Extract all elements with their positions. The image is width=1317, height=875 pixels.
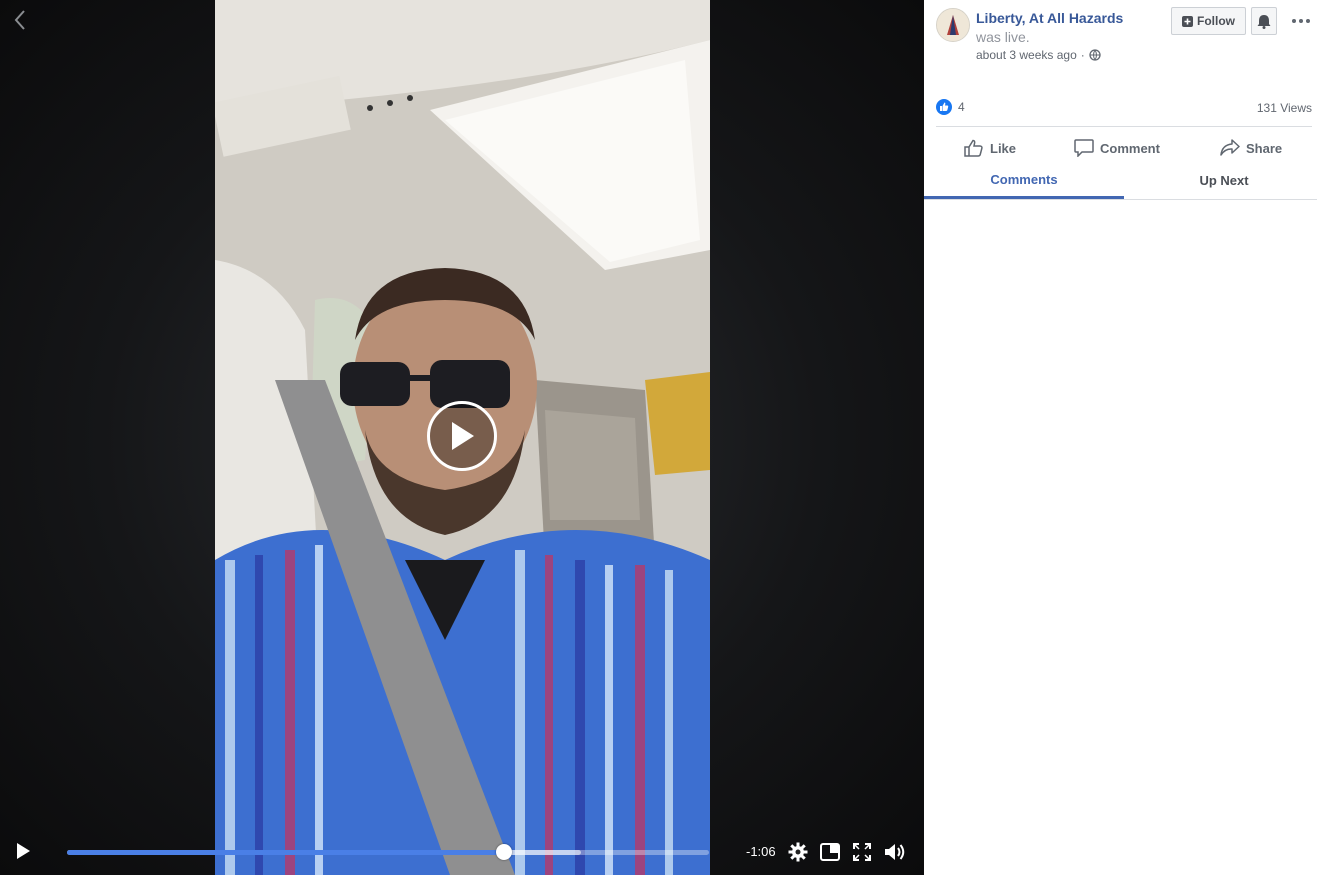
picture-in-picture-icon[interactable] bbox=[819, 841, 841, 863]
play-icon bbox=[452, 422, 474, 450]
settings-gear-icon[interactable] bbox=[787, 841, 809, 863]
comment-label: Comment bbox=[1100, 140, 1160, 156]
reactions-count: 4 bbox=[958, 100, 965, 114]
video-controls: -1:06 bbox=[0, 829, 924, 875]
post-actions: Like Comment Share bbox=[924, 134, 1317, 162]
share-button[interactable]: Share bbox=[1220, 134, 1282, 162]
like-label: Like bbox=[990, 140, 1017, 156]
play-icon bbox=[17, 843, 30, 859]
progress-played bbox=[67, 850, 504, 855]
post-panel: Liberty, At All Hazards was live. about … bbox=[924, 0, 1317, 875]
bell-icon bbox=[1257, 14, 1271, 29]
follow-label: Follow bbox=[1197, 14, 1235, 28]
share-label: Share bbox=[1246, 140, 1283, 156]
page-name-link[interactable]: Liberty, At All Hazards bbox=[976, 10, 1123, 26]
time-remaining: -1:06 bbox=[746, 844, 776, 859]
reactions-summary[interactable]: 4 bbox=[936, 99, 965, 115]
post-timestamp[interactable]: about 3 weeks ago bbox=[976, 48, 1077, 62]
like-reaction-icon bbox=[936, 99, 952, 115]
video-stage: -1:06 bbox=[0, 0, 924, 875]
follow-plus-icon bbox=[1182, 15, 1193, 27]
comment-button[interactable]: Comment bbox=[1074, 134, 1160, 162]
play-overlay-button[interactable] bbox=[427, 401, 497, 471]
meta-separator: · bbox=[1080, 48, 1085, 62]
volume-icon[interactable] bbox=[884, 841, 906, 863]
post-status: was live. bbox=[976, 29, 1030, 45]
globe-icon[interactable] bbox=[1089, 49, 1101, 61]
progress-scrubber-handle[interactable] bbox=[495, 844, 512, 860]
share-arrow-icon bbox=[1220, 139, 1240, 156]
notifications-button[interactable] bbox=[1251, 7, 1277, 35]
tab-up-next[interactable]: Up Next bbox=[1124, 162, 1317, 198]
back-chevron-icon[interactable] bbox=[8, 8, 32, 32]
thumbs-up-icon bbox=[964, 139, 983, 157]
divider bbox=[936, 126, 1312, 127]
tab-comments[interactable]: Comments bbox=[924, 162, 1124, 199]
play-button[interactable] bbox=[14, 842, 34, 862]
page-avatar[interactable] bbox=[936, 8, 970, 42]
post-meta: about 3 weeks ago · bbox=[976, 48, 1101, 62]
comment-icon bbox=[1074, 139, 1094, 157]
more-options-icon[interactable] bbox=[1290, 10, 1312, 32]
fullscreen-icon[interactable] bbox=[851, 841, 873, 863]
progress-bar[interactable] bbox=[67, 844, 709, 860]
follow-button[interactable]: Follow bbox=[1171, 7, 1246, 35]
like-button[interactable]: Like bbox=[964, 134, 1016, 162]
panel-tabs: Comments Up Next bbox=[924, 162, 1317, 200]
views-count: 131 Views bbox=[1256, 101, 1312, 115]
